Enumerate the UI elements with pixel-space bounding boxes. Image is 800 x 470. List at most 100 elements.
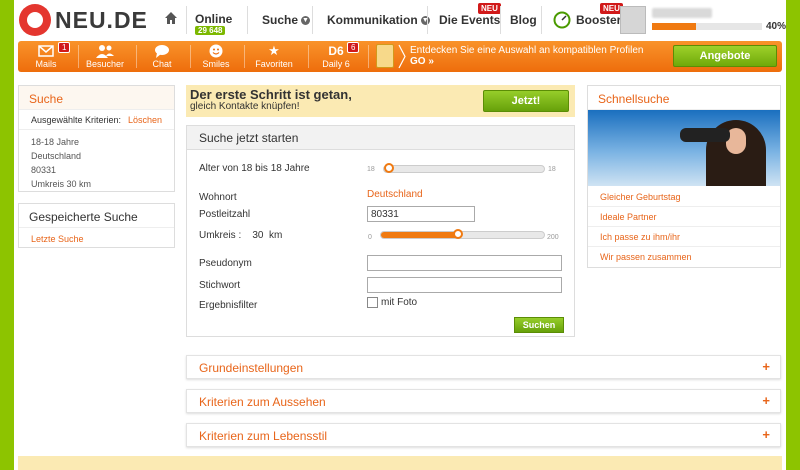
nav-divider — [541, 6, 542, 34]
toolbar-besucher[interactable]: Besucher — [82, 41, 128, 72]
booster-gauge-icon — [553, 11, 571, 29]
page: NEU.DE Online 29 648 Suche ▼ Kommunikatio… — [14, 0, 786, 470]
plus-icon[interactable]: + — [762, 359, 770, 374]
criteria-list: 18-18 Jahre Deutschland 80331 Umkreis 30… — [19, 130, 174, 191]
umkreis-label: Umkreis : 30 km — [199, 230, 282, 241]
chat-icon — [155, 45, 169, 58]
profile-widget[interactable]: 40% — [620, 6, 786, 36]
toolbar-smiles[interactable]: Smiles — [196, 41, 236, 72]
toolbar-favoriten-label: Favoriten — [255, 59, 293, 69]
nav-suche-label: Suche — [262, 13, 299, 27]
search-summary-box: Suche Ausgewählte Kriterien: Löschen 18-… — [18, 85, 175, 192]
quick-link-ideale-partner[interactable]: Ideale Partner — [588, 207, 780, 227]
umkreis-unit: km — [269, 230, 283, 241]
accordion-title: Kriterien zum Aussehen — [199, 395, 326, 409]
nav-kommunikation[interactable]: Kommunikation ▼ — [327, 0, 430, 40]
stichwort-label: Stichwort — [199, 280, 241, 291]
umkreis-slider-min: 0 — [368, 234, 372, 241]
mit-foto-checkbox[interactable] — [367, 297, 378, 308]
toolbar-chat[interactable]: Chat — [142, 41, 182, 72]
toolbar-divider — [190, 45, 191, 68]
nav-divider — [427, 6, 428, 34]
promo-banner[interactable]: Entdecken Sie eine Auswahl an kompatible… — [410, 45, 650, 67]
nav-divider — [500, 6, 501, 34]
umkreis-slider-fill — [381, 232, 460, 238]
online-label[interactable]: Online — [195, 12, 232, 26]
search-form: Suche jetzt starten Alter von 18 bis 18 … — [186, 125, 575, 337]
top-nav: NEU.DE Online 29 648 Suche ▼ Kommunikatio… — [14, 0, 786, 40]
jetzt-button[interactable]: Jetzt! — [483, 90, 569, 112]
wohnort-value[interactable]: Deutschland — [367, 189, 423, 200]
nav-events-label: Die Events — [439, 13, 501, 27]
promo-go-link[interactable]: GO » — [410, 56, 434, 67]
age-slider-handle[interactable] — [384, 163, 394, 173]
search-form-title: Suche jetzt starten — [187, 126, 574, 150]
saved-search-title: Gespeicherte Suche — [19, 204, 174, 228]
stichwort-input[interactable] — [367, 277, 562, 293]
accordion-lebensstil[interactable]: Kriterien zum Lebensstil + — [186, 423, 781, 447]
nav-booster-label: Booster — [576, 13, 622, 27]
plz-label: Postleitzahl — [199, 209, 251, 220]
criteria-age: 18-18 Jahre — [31, 137, 80, 147]
logo[interactable]: NEU.DE — [19, 4, 149, 36]
notepad-icon — [376, 44, 394, 68]
accordion-title: Kriterien zum Lebensstil — [199, 429, 328, 443]
quick-link-geburtstag[interactable]: Gleicher Geburtstag — [588, 187, 780, 207]
binoculars-icon — [680, 128, 730, 142]
toolbar-divider — [308, 45, 309, 68]
clear-criteria-link[interactable]: Löschen — [128, 115, 162, 125]
age-slider-max: 18 — [548, 166, 556, 173]
plus-icon[interactable]: + — [762, 427, 770, 442]
criteria-zip: 80331 — [31, 165, 57, 175]
pseudonym-input[interactable] — [367, 255, 562, 271]
cta-text: Der erste Schritt ist getan, gleich Kont… — [190, 87, 352, 113]
nav-suche[interactable]: Suche ▼ — [262, 0, 311, 40]
chevron-right-icon — [398, 44, 406, 69]
chevron-down-icon: ▼ — [420, 15, 430, 25]
nav-divider — [312, 6, 313, 34]
profile-progress-label: 40% — [766, 21, 787, 32]
ergebnisfilter-label: Ergebnisfilter — [199, 300, 258, 311]
quick-search-title: Schnellsuche — [588, 86, 780, 110]
accordion-aussehen[interactable]: Kriterien zum Aussehen + — [186, 389, 781, 413]
visitors-icon — [96, 45, 114, 58]
avatar[interactable] — [620, 6, 646, 34]
nav-divider — [247, 6, 248, 34]
toolbar-besucher-label: Besucher — [85, 59, 125, 69]
age-slider[interactable] — [383, 163, 545, 173]
toolbar: Mails 1 Besucher Chat Smiles ★ Favoriten… — [18, 41, 782, 72]
quick-link-wir-passen[interactable]: Wir passen zusammen — [588, 247, 780, 267]
criteria-label: Ausgewählte Kriterien: — [31, 115, 122, 125]
nav-blog[interactable]: Blog — [510, 0, 537, 40]
wohnort-label: Wohnort — [199, 192, 237, 203]
umkreis-slider-max: 200 — [547, 234, 559, 241]
toolbar-daily6-label: Daily 6 — [322, 59, 350, 69]
nav-kommunikation-label: Kommunikation — [327, 13, 418, 27]
plus-icon[interactable]: + — [762, 393, 770, 408]
home-icon[interactable] — [164, 11, 178, 25]
toolbar-chat-label: Chat — [152, 59, 172, 69]
toolbar-smiles-label: Smiles — [202, 59, 230, 69]
toolbar-favoriten[interactable]: ★ Favoriten — [250, 41, 298, 72]
online-count-badge: 29 648 — [195, 26, 226, 35]
quick-search-box: Schnellsuche Gleicher Geburtstag Ideale … — [587, 85, 781, 268]
umkreis-value: 30 — [252, 230, 264, 241]
umkreis-slider[interactable] — [380, 229, 545, 239]
cta-headline: Der erste Schritt ist getan, — [190, 87, 352, 102]
last-search-link[interactable]: Letzte Suche — [19, 228, 174, 250]
plz-input[interactable] — [367, 206, 475, 222]
accordion-grundeinstellungen[interactable]: Grundeinstellungen + — [186, 355, 781, 379]
toolbar-divider — [368, 45, 369, 68]
suchen-button[interactable]: Suchen — [514, 317, 564, 333]
bottom-banner — [18, 456, 782, 470]
pseudonym-label: Pseudonym — [199, 258, 252, 269]
angebote-button[interactable]: Angebote — [673, 45, 777, 67]
chevron-down-icon: ▼ — [301, 15, 311, 25]
quick-link-ich-passe[interactable]: Ich passe zu ihm/ihr — [588, 227, 780, 247]
search-summary-title: Suche — [19, 86, 174, 110]
cta-subline: gleich Kontakte knüpfen! — [190, 101, 300, 112]
mit-foto-label[interactable]: mit Foto — [381, 297, 417, 308]
umkreis-slider-handle[interactable] — [453, 229, 464, 239]
cta-banner: Der erste Schritt ist getan, gleich Kont… — [186, 85, 575, 117]
profile-name-blurred — [652, 8, 712, 18]
